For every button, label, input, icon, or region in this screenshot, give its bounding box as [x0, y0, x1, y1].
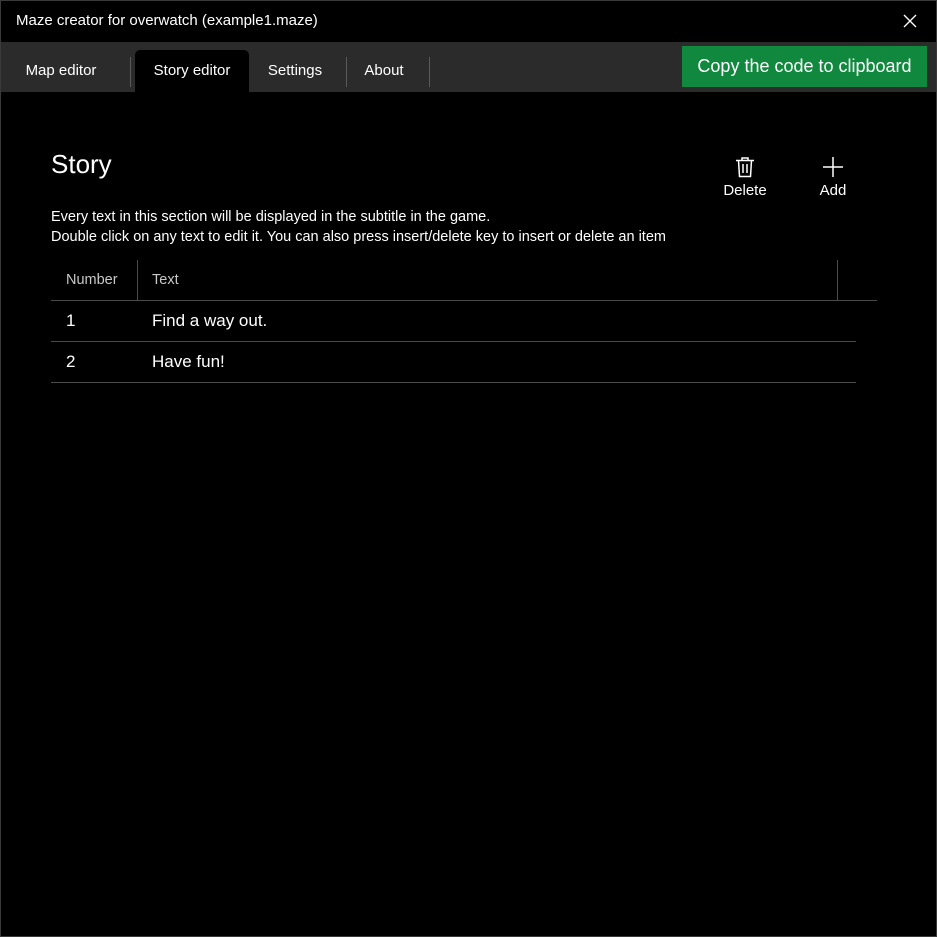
window-title: Maze creator for overwatch (example1.maz…: [16, 12, 318, 29]
story-description: Every text in this section will be displ…: [51, 207, 666, 247]
table-row[interactable]: 2 Have fun!: [51, 342, 856, 383]
description-line: Every text in this section will be displ…: [51, 209, 491, 225]
trash-icon: [736, 157, 754, 178]
plus-icon: [823, 157, 843, 177]
table-row[interactable]: 1 Find a way out.: [51, 301, 856, 342]
tab-map-editor[interactable]: Map editor: [1, 50, 121, 92]
tab-settings[interactable]: Settings: [254, 50, 336, 92]
delete-label: Delete: [723, 182, 767, 199]
add-button[interactable]: Add: [803, 151, 863, 199]
tab-divider: [130, 57, 131, 87]
add-label: Add: [819, 182, 847, 199]
column-header-number[interactable]: Number: [51, 260, 137, 300]
app-window: Maze creator for overwatch (example1.maz…: [0, 0, 937, 937]
row-number: 1: [66, 311, 76, 330]
tab-about[interactable]: About: [351, 50, 417, 92]
column-header-text[interactable]: Text: [137, 260, 837, 300]
row-number: 2: [66, 352, 76, 371]
story-table: Number Text 1 Find a way out. 2 Have fun…: [51, 260, 877, 383]
page-title: Story: [51, 149, 112, 179]
description-line: Double click on any text to edit it. You…: [51, 229, 666, 245]
close-icon[interactable]: [900, 11, 920, 31]
tab-story-editor[interactable]: Story editor: [135, 50, 249, 92]
column-divider[interactable]: [837, 260, 838, 300]
tab-divider: [429, 57, 430, 87]
copy-code-button[interactable]: Copy the code to clipboard: [682, 46, 927, 87]
table-header: Number Text: [51, 260, 877, 301]
row-text[interactable]: Find a way out.: [137, 301, 837, 341]
delete-button[interactable]: Delete: [715, 151, 775, 199]
tab-bar: Map editor Story editor Settings About C…: [1, 42, 936, 92]
tab-divider: [346, 57, 347, 87]
title-bar: Maze creator for overwatch (example1.maz…: [1, 1, 936, 42]
row-text[interactable]: Have fun!: [137, 342, 837, 382]
